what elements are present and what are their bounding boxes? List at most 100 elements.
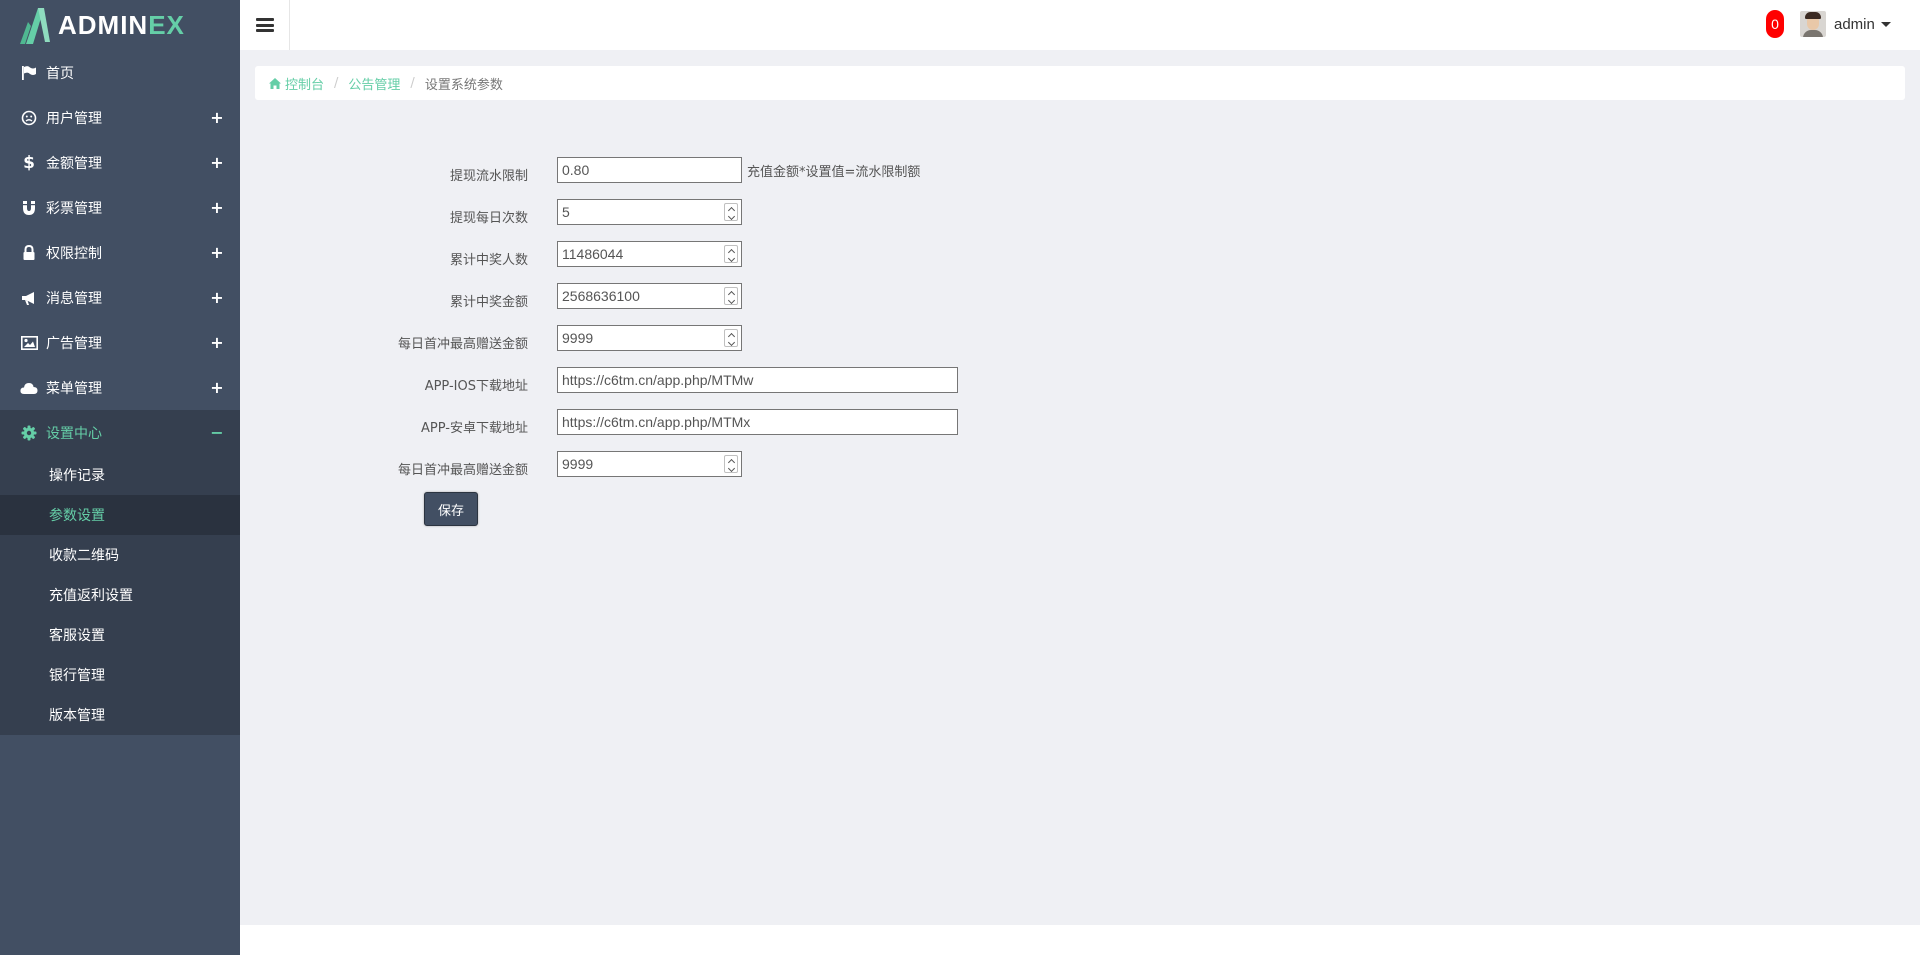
input-value: 11486044 — [562, 246, 624, 262]
logo[interactable]: ADMINEX — [0, 0, 240, 50]
breadcrumb-current: 设置系统参数 — [424, 77, 503, 93]
sidebar-item-settings[interactable]: 设置中心 − — [0, 410, 240, 455]
sidebar-item-menus[interactable]: 菜单管理 + — [0, 365, 240, 410]
input-value: 5 — [562, 204, 570, 220]
sidebar-nav: 首页 用户管理 + $ 金额管理 + 彩票管理 + 权限控制 + 消息管理 + … — [0, 50, 240, 455]
total-winners-input[interactable]: 11486044 — [557, 241, 742, 267]
avatar — [1800, 11, 1826, 37]
breadcrumb-section-link[interactable]: 公告管理 — [348, 74, 400, 93]
sidebar-item-label: 彩票管理 — [46, 200, 102, 217]
field-label: 提现每日次数 — [449, 210, 528, 226]
total-winnings-input[interactable]: 2568636100 — [557, 283, 742, 309]
sidebar-item-label: 消息管理 — [46, 290, 102, 307]
spinner-icon[interactable] — [724, 287, 738, 305]
submenu-item-recharge-rebate[interactable]: 充值返利设置 — [0, 575, 240, 615]
field-label: 提现流水限制 — [449, 168, 528, 184]
form-row: 提现每日次数 — [255, 199, 528, 226]
submenu-item-versions[interactable]: 版本管理 — [0, 695, 240, 735]
expand-icon: + — [210, 333, 224, 352]
input-value: 9999 — [562, 330, 594, 346]
daily-withdraw-count-input[interactable]: 5 — [557, 199, 742, 225]
expand-icon: + — [210, 198, 224, 217]
bullhorn-icon — [20, 289, 38, 307]
gear-icon — [20, 424, 38, 442]
top-header: 0 admin — [240, 0, 1920, 50]
form-row: 每日首冲最高赠送金额 — [255, 325, 528, 352]
spinner-icon[interactable] — [724, 245, 738, 263]
spinner-icon[interactable] — [724, 329, 738, 347]
submenu-item-parameters[interactable]: 参数设置 — [0, 495, 240, 535]
spinner-icon[interactable] — [724, 203, 738, 221]
sidebar-item-home[interactable]: 首页 — [0, 50, 240, 95]
sidebar-toggle-button[interactable] — [240, 0, 290, 50]
sidebar-item-label: 广告管理 — [46, 335, 102, 352]
ios-download-url-input[interactable]: https://c6tm.cn/app.php/MTMw — [557, 367, 958, 393]
input-value: 9999 — [562, 456, 594, 472]
field-label: 累计中奖人数 — [449, 252, 528, 268]
sidebar-item-messages[interactable]: 消息管理 + — [0, 275, 240, 320]
submenu-item-customer-service[interactable]: 客服设置 — [0, 615, 240, 655]
spinner-icon[interactable] — [724, 455, 738, 473]
input-value: 2568636100 — [562, 288, 640, 304]
home-icon — [269, 77, 281, 89]
breadcrumb-separator: / — [334, 75, 339, 91]
flag-icon — [20, 64, 38, 82]
form-row: 提现流水限制 — [255, 157, 528, 184]
submenu-item-payment-qr[interactable]: 收款二维码 — [0, 535, 240, 575]
form-row: 累计中奖人数 — [255, 241, 528, 268]
cloud-icon — [20, 379, 38, 397]
field-label: 累计中奖金额 — [449, 294, 528, 310]
breadcrumb-home-link[interactable]: 控制台 — [269, 74, 324, 93]
sidebar-item-label: 用户管理 — [46, 110, 102, 127]
expand-icon: + — [210, 378, 224, 397]
sidebar-item-ads[interactable]: 广告管理 + — [0, 320, 240, 365]
field-label: 每日首冲最高赠送金额 — [397, 462, 528, 478]
sidebar-item-label: 设置中心 — [46, 425, 102, 442]
user-menu[interactable]: admin — [1800, 11, 1891, 37]
form-row: 累计中奖金额 — [255, 283, 528, 310]
brand-name: ADMINEX — [58, 9, 185, 40]
field-label: APP-IOS下载地址 — [424, 378, 528, 394]
sidebar-item-users[interactable]: 用户管理 + — [0, 95, 240, 140]
logo-mark-icon — [20, 4, 52, 46]
smile-icon — [20, 109, 38, 127]
sidebar-item-finance[interactable]: $ 金额管理 + — [0, 140, 240, 185]
expand-icon: + — [210, 153, 224, 172]
field-hint: 充值金额*设置值=流水限制额 — [747, 165, 921, 180]
expand-icon: + — [210, 243, 224, 262]
breadcrumb: 控制台 / 公告管理 / 设置系统参数 — [255, 66, 1905, 100]
sidebar-item-permissions[interactable]: 权限控制 + — [0, 230, 240, 275]
hamburger-icon — [255, 18, 274, 32]
submenu-item-operation-log[interactable]: 操作记录 — [0, 455, 240, 495]
footer — [240, 925, 1920, 955]
field-label: APP-安卓下载地址 — [421, 420, 528, 436]
first-deposit-bonus-max-input-2[interactable]: 9999 — [557, 451, 742, 477]
sidebar-item-label: 金额管理 — [46, 155, 102, 172]
sidebar-item-label: 权限控制 — [46, 245, 102, 262]
username: admin — [1834, 15, 1875, 33]
sidebar-item-label: 首页 — [46, 65, 74, 82]
caret-down-icon — [1880, 21, 1891, 27]
magnet-icon — [20, 199, 38, 217]
withdraw-turnover-limit-input[interactable]: 0.80 — [557, 157, 742, 183]
sidebar: ADMINEX 首页 用户管理 + $ 金额管理 + 彩票管理 + 权限控制 +… — [0, 0, 240, 955]
expand-icon: + — [210, 288, 224, 307]
field-label: 每日首冲最高赠送金额 — [397, 336, 528, 352]
form-row: 每日首冲最高赠送金额 — [255, 451, 528, 478]
form-row: APP-IOS下载地址 — [255, 367, 528, 394]
submenu-item-banks[interactable]: 银行管理 — [0, 655, 240, 695]
lock-icon — [20, 244, 38, 262]
sidebar-item-lottery[interactable]: 彩票管理 + — [0, 185, 240, 230]
expand-icon: + — [210, 108, 224, 127]
breadcrumb-home-label: 控制台 — [285, 77, 325, 93]
breadcrumb-separator: / — [410, 75, 415, 91]
form-row: APP-安卓下载地址 — [255, 409, 528, 436]
android-download-url-input[interactable]: https://c6tm.cn/app.php/MTMx — [557, 409, 958, 435]
picture-icon — [20, 334, 38, 352]
collapse-icon: − — [210, 423, 224, 442]
dollar-icon: $ — [23, 152, 35, 173]
settings-submenu: 操作记录 参数设置 收款二维码 充值返利设置 客服设置 银行管理 版本管理 — [0, 455, 240, 735]
notification-badge[interactable]: 0 — [1766, 10, 1784, 38]
first-deposit-bonus-max-input[interactable]: 9999 — [557, 325, 742, 351]
save-button[interactable]: 保存 — [424, 492, 478, 526]
